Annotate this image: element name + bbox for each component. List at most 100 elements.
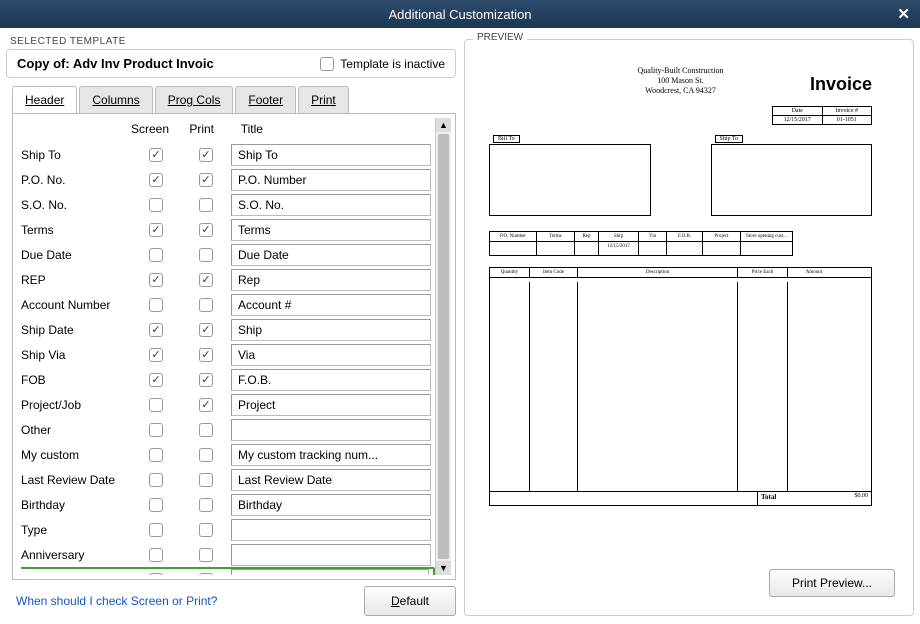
title-input[interactable]: [231, 544, 431, 566]
field-row: My custom: [21, 442, 435, 467]
title-input[interactable]: [231, 369, 431, 391]
print-checkbox[interactable]: [199, 148, 213, 162]
screen-checkbox[interactable]: [149, 298, 163, 312]
print-checkbox[interactable]: [199, 323, 213, 337]
preview-detail-val: [703, 242, 741, 256]
field-row: P.O. No.: [21, 167, 435, 192]
tab-header[interactable]: Header: [12, 86, 77, 113]
preview-invoice-title: Invoice: [810, 74, 872, 95]
tab-progcols[interactable]: Prog Cols: [155, 86, 234, 113]
screen-checkbox[interactable]: [149, 273, 163, 287]
screen-checkbox[interactable]: [149, 398, 163, 412]
print-checkbox[interactable]: [199, 423, 213, 437]
field-row: Account Number: [21, 292, 435, 317]
col-print: Print: [189, 122, 237, 136]
print-checkbox[interactable]: [199, 373, 213, 387]
tab-print[interactable]: Print: [298, 86, 349, 113]
scroll-up-icon[interactable]: ▲: [436, 118, 451, 132]
title-input[interactable]: [231, 194, 431, 216]
print-checkbox[interactable]: [199, 473, 213, 487]
screen-checkbox[interactable]: [149, 148, 163, 162]
screen-checkbox[interactable]: [149, 223, 163, 237]
preview-detail-hdr: Project: [703, 231, 741, 242]
screen-checkbox[interactable]: [149, 523, 163, 537]
title-input[interactable]: [231, 519, 431, 541]
vertical-scrollbar[interactable]: ▲ ▼: [435, 118, 451, 575]
title-input[interactable]: [231, 269, 431, 291]
template-inactive-checkbox[interactable]: [320, 57, 334, 71]
print-checkbox[interactable]: [199, 198, 213, 212]
field-row: Other: [21, 417, 435, 442]
screen-checkbox[interactable]: [149, 423, 163, 437]
print-checkbox[interactable]: [199, 248, 213, 262]
screen-checkbox[interactable]: [149, 323, 163, 337]
col-title: Title: [241, 122, 263, 136]
title-input[interactable]: [231, 394, 431, 416]
field-label: REP: [21, 273, 131, 287]
column-headers: Screen Print Title: [131, 122, 435, 136]
field-label: Other: [21, 423, 131, 437]
field-row: Store opening: [21, 567, 435, 575]
field-row: Birthday: [21, 492, 435, 517]
preview-detail-val: [741, 242, 793, 256]
screen-checkbox[interactable]: [149, 448, 163, 462]
field-row: S.O. No.: [21, 192, 435, 217]
preview-billto: Bill To: [493, 135, 520, 143]
field-row: Terms: [21, 217, 435, 242]
preview-panel: PREVIEW Quality-Built Construction 100 M…: [464, 39, 914, 616]
title-input[interactable]: [231, 294, 431, 316]
screen-checkbox[interactable]: [149, 248, 163, 262]
print-checkbox[interactable]: [199, 498, 213, 512]
screen-checkbox[interactable]: [149, 473, 163, 487]
preview-shipto: Ship To: [715, 135, 744, 143]
title-input[interactable]: [231, 444, 431, 466]
preview-item-hdr: Item Code: [530, 268, 578, 277]
print-checkbox[interactable]: [199, 273, 213, 287]
print-checkbox[interactable]: [199, 298, 213, 312]
preview-detail-val: [537, 242, 575, 256]
title-input[interactable]: [231, 144, 431, 166]
tab-footer[interactable]: Footer: [235, 86, 296, 113]
title-input[interactable]: [231, 419, 431, 441]
scroll-down-icon[interactable]: ▼: [436, 561, 451, 575]
print-checkbox[interactable]: [199, 448, 213, 462]
screen-checkbox[interactable]: [149, 198, 163, 212]
print-preview-button[interactable]: Print Preview...: [769, 569, 895, 597]
title-input[interactable]: [231, 569, 429, 576]
preview-detail-val: [489, 242, 537, 256]
print-checkbox[interactable]: [199, 348, 213, 362]
print-checkbox[interactable]: [199, 398, 213, 412]
template-box: Copy of: Adv Inv Product Invoic Template…: [6, 49, 456, 78]
preview-canvas: Quality-Built Construction 100 Mason St.…: [483, 66, 878, 536]
screen-checkbox[interactable]: [149, 498, 163, 512]
title-input[interactable]: [231, 494, 431, 516]
screen-checkbox[interactable]: [149, 348, 163, 362]
print-checkbox[interactable]: [199, 223, 213, 237]
print-checkbox[interactable]: [199, 173, 213, 187]
print-checkbox[interactable]: [199, 573, 213, 576]
preview-date-label: Date: [772, 106, 823, 116]
field-label: Type: [21, 523, 131, 537]
help-link[interactable]: When should I check Screen or Print?: [16, 594, 217, 608]
close-icon[interactable]: ✕: [897, 5, 910, 23]
template-inactive-wrap[interactable]: Template is inactive: [320, 57, 445, 71]
tab-columns[interactable]: Columns: [79, 86, 152, 113]
screen-checkbox[interactable]: [149, 573, 163, 576]
screen-checkbox[interactable]: [149, 548, 163, 562]
title-input[interactable]: [231, 344, 431, 366]
title-input[interactable]: [231, 319, 431, 341]
screen-checkbox[interactable]: [149, 373, 163, 387]
title-input[interactable]: [231, 169, 431, 191]
scroll-thumb[interactable]: [438, 134, 449, 559]
print-checkbox[interactable]: [199, 523, 213, 537]
title-input[interactable]: [231, 219, 431, 241]
screen-checkbox[interactable]: [149, 173, 163, 187]
selected-template-label: SELECTED TEMPLATE: [10, 36, 456, 47]
print-checkbox[interactable]: [199, 548, 213, 562]
field-row: Ship Date: [21, 317, 435, 342]
title-input[interactable]: [231, 469, 431, 491]
default-button[interactable]: Default: [364, 586, 456, 616]
preview-item-hdr: Price Each: [738, 268, 788, 277]
field-label: Birthday: [21, 498, 131, 512]
title-input[interactable]: [231, 244, 431, 266]
